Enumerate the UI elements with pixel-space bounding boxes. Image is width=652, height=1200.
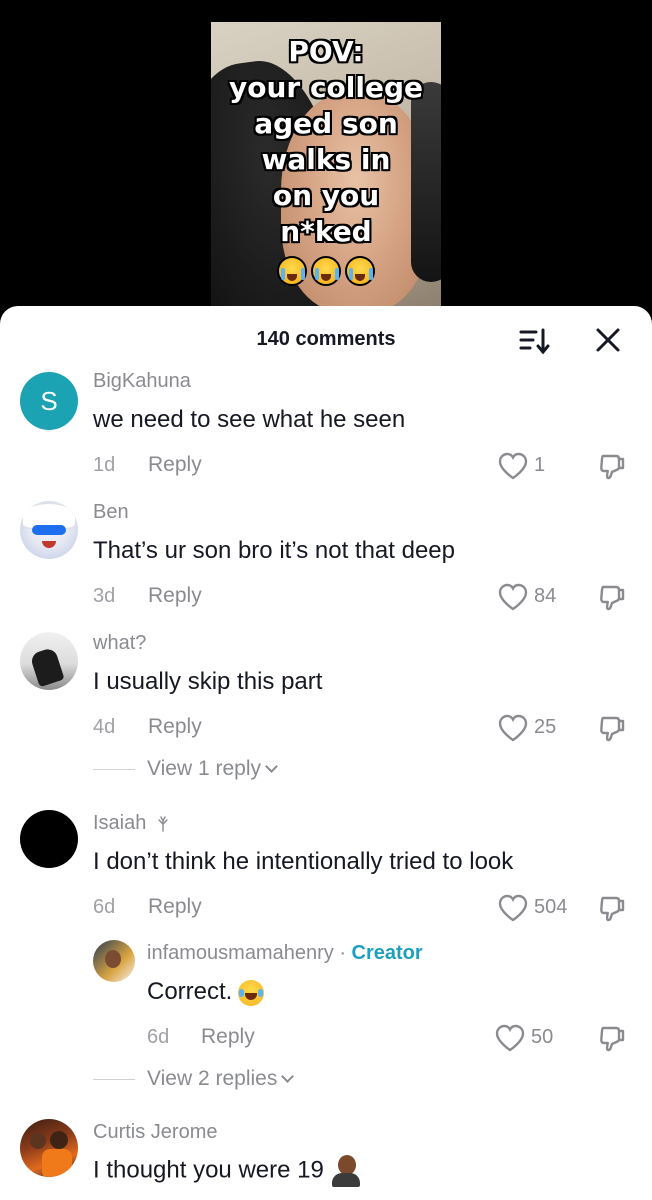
caption-line: on you <box>272 179 380 212</box>
view-replies-label: View 1 reply <box>147 757 262 780</box>
comment-count-title: 140 comments <box>256 328 396 350</box>
comments-header: 140 comments <box>0 306 652 370</box>
avatar[interactable] <box>93 940 135 982</box>
avatar[interactable]: S <box>20 372 78 430</box>
comment-text: I don’t think he intentionally tried to … <box>93 848 514 875</box>
comment-age: 3d <box>93 585 116 607</box>
avatar-letter: S <box>40 386 58 416</box>
like-count: 1 <box>534 454 546 476</box>
comment-username[interactable]: Isaiah <box>93 812 170 835</box>
view-replies-button[interactable]: View 2 replies <box>147 1067 295 1091</box>
chevron-down-icon <box>265 760 278 773</box>
like-count: 50 <box>531 1026 554 1048</box>
heart-icon <box>498 714 528 742</box>
avatar-glasses <box>32 525 66 535</box>
heart-icon <box>498 452 528 480</box>
comment-username[interactable]: Curtis Jerome <box>93 1121 217 1144</box>
reply-username[interactable]: infamousmamahenry <box>147 942 334 964</box>
caption-line: n*ked <box>280 215 372 248</box>
reply-text-row: Correct. <box>147 978 265 1006</box>
reply-button[interactable]: Reply <box>148 453 202 477</box>
caption-line: your college <box>228 71 424 104</box>
avatar-head <box>105 950 121 968</box>
avatar-person <box>50 1131 68 1149</box>
video-thumbnail[interactable]: POV: your college aged son walks in on y… <box>211 22 441 312</box>
like-count: 84 <box>534 585 557 607</box>
comment-text: I thought you were 19 <box>93 1156 324 1184</box>
comment-text: That’s ur son bro it’s not that deep <box>93 537 456 564</box>
comment-username-text: Isaiah <box>93 812 147 834</box>
dislike-icon[interactable] <box>598 715 626 743</box>
comment-username[interactable]: what? <box>93 632 146 655</box>
dislike-icon[interactable] <box>598 1025 626 1053</box>
avatar-person <box>30 1133 46 1149</box>
avatar-shirt <box>42 1149 72 1177</box>
heart-icon <box>498 583 528 611</box>
comment-username[interactable]: BigKahuna <box>93 370 191 393</box>
person-facepalming-icon <box>330 1155 362 1187</box>
like-button[interactable]: 504 <box>498 894 578 924</box>
caption-line: walks in <box>261 143 391 176</box>
reply-button[interactable]: Reply <box>148 584 202 608</box>
view-replies-divider <box>93 769 135 770</box>
heart-icon <box>498 894 528 922</box>
like-button[interactable]: 84 <box>498 583 568 613</box>
reply-button[interactable]: Reply <box>148 715 202 739</box>
avatar[interactable] <box>20 1119 78 1177</box>
loudly-crying-face-icon <box>345 255 375 286</box>
avatar[interactable] <box>20 501 78 559</box>
video-player[interactable]: POV: your college aged son walks in on y… <box>0 0 652 320</box>
creator-badge: Creator <box>351 942 423 964</box>
sprout-icon <box>158 816 168 832</box>
reply-username-row: infamousmamahenry · Creator <box>147 942 423 965</box>
reply-button[interactable]: Reply <box>201 1025 255 1049</box>
avatar[interactable] <box>20 632 78 690</box>
heart-icon <box>495 1024 525 1052</box>
view-replies-label: View 2 replies <box>147 1067 278 1090</box>
dislike-icon[interactable] <box>598 453 626 481</box>
dislike-icon[interactable] <box>598 584 626 612</box>
comment-age: 1d <box>93 454 116 476</box>
comments-sheet: 140 comments <box>0 306 652 1200</box>
loudly-crying-face-icon <box>311 255 341 286</box>
like-button[interactable]: 25 <box>498 714 568 744</box>
reply-age: 6d <box>147 1026 170 1048</box>
video-caption-overlay: POV: your college aged son walks in on y… <box>211 34 441 288</box>
comment-age: 6d <box>93 896 116 918</box>
dislike-icon[interactable] <box>598 895 626 923</box>
like-count: 25 <box>534 716 557 738</box>
like-button[interactable]: 1 <box>498 452 558 482</box>
avatar-mouth <box>42 541 56 548</box>
avatar-figure <box>29 646 65 688</box>
crying-emoji-row <box>211 252 441 288</box>
comment-username[interactable]: Ben <box>93 501 129 524</box>
comment-text-row: I thought you were 19 <box>93 1155 362 1187</box>
like-count: 504 <box>534 896 568 918</box>
view-replies-button[interactable]: View 1 reply <box>147 757 278 781</box>
creator-separator: · <box>339 942 346 964</box>
caption-line: aged son <box>254 107 398 140</box>
like-button[interactable]: 50 <box>495 1024 565 1054</box>
comment-text: we need to see what he seen <box>93 406 406 433</box>
chevron-down-icon <box>281 1070 295 1083</box>
comment-text: I usually skip this part <box>93 668 323 695</box>
avatar[interactable] <box>20 810 78 868</box>
comment-age: 4d <box>93 716 116 738</box>
caption-line: POV: <box>288 35 364 68</box>
close-icon[interactable] <box>594 326 622 354</box>
loudly-crying-face-icon <box>277 255 307 286</box>
reply-text: Correct. <box>147 978 233 1005</box>
sort-icon[interactable] <box>518 326 550 356</box>
reply-button[interactable]: Reply <box>148 895 202 919</box>
view-replies-divider <box>93 1079 135 1080</box>
tears-of-joy-icon <box>238 979 265 1006</box>
